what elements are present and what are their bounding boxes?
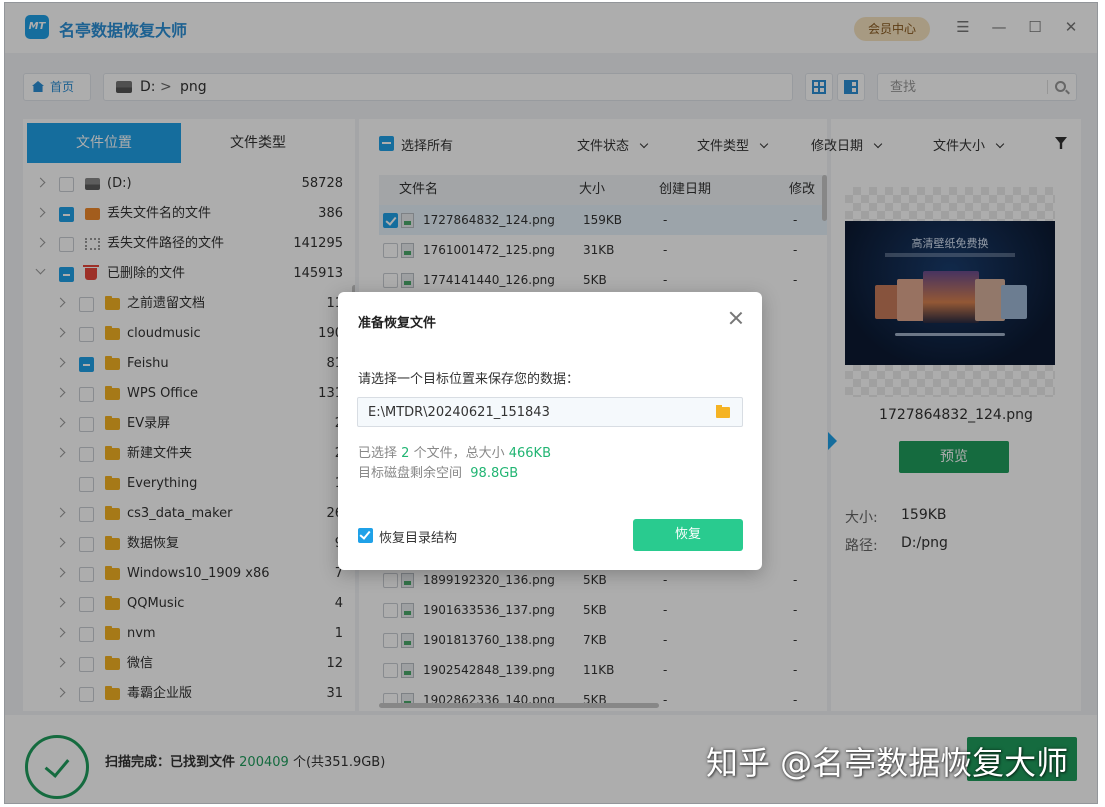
dialog-prompt: 请选择一个目标位置来保存您的数据： bbox=[358, 372, 580, 387]
free-space-value: 98.8GB bbox=[470, 466, 519, 481]
selection-mid: 个文件，总大小 bbox=[413, 446, 505, 461]
free-space-label: 目标磁盘剩余空间 bbox=[358, 466, 463, 481]
dialog-title: 准备恢复文件 bbox=[358, 316, 437, 331]
close-icon[interactable] bbox=[728, 310, 744, 326]
keep-structure-checkbox[interactable] bbox=[358, 528, 373, 543]
folder-browse-icon[interactable] bbox=[716, 405, 730, 418]
recover-button[interactable]: 恢复 bbox=[633, 519, 743, 551]
recover-dialog: 准备恢复文件 请选择一个目标位置来保存您的数据： 已选择 2 个文件，总大小 4… bbox=[338, 292, 762, 570]
watermark-text: 知乎 @名亭数据恢复大师 bbox=[706, 744, 1069, 782]
selection-prefix: 已选择 bbox=[358, 446, 398, 461]
selection-count: 2 bbox=[401, 446, 410, 461]
selection-summary: 已选择 2 个文件，总大小 466KB bbox=[358, 442, 551, 461]
selection-size: 466KB bbox=[508, 446, 551, 461]
destination-input[interactable] bbox=[358, 398, 698, 426]
destination-field bbox=[357, 397, 743, 427]
keep-structure-label[interactable]: 恢复目录结构 bbox=[379, 527, 457, 546]
free-space-line: 目标磁盘剩余空间 98.8GB bbox=[358, 462, 518, 481]
